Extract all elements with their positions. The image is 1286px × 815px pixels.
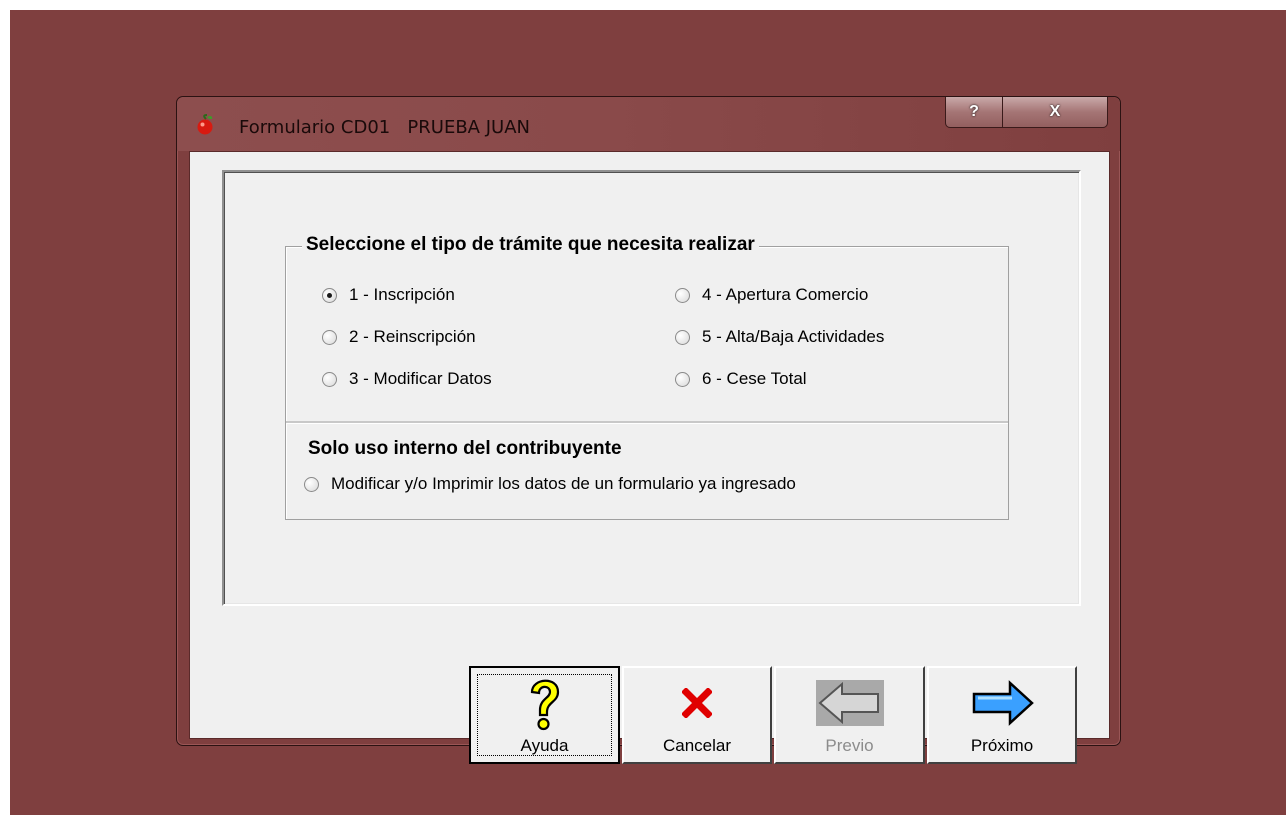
radio-label: 3 - Modificar Datos xyxy=(349,369,492,388)
radio-option-4[interactable]: 4 - Apertura Comercio xyxy=(675,285,868,305)
radio-label: 2 - Reinscripción xyxy=(349,327,476,346)
radio-label: 6 - Cese Total xyxy=(702,369,807,388)
radio-option-5[interactable]: 5 - Alta/Baja Actividades xyxy=(675,327,884,347)
question-mark-icon xyxy=(530,679,559,731)
previo-button[interactable]: Previo xyxy=(774,666,925,764)
radio-option-3[interactable]: 3 - Modificar Datos xyxy=(322,369,492,389)
radio-option-1[interactable]: 1 - Inscripción xyxy=(322,285,455,305)
radio-circle[interactable] xyxy=(675,287,690,303)
proximo-label: Próximo xyxy=(970,736,1034,755)
radio-label: 5 - Alta/Baja Actividades xyxy=(702,327,885,346)
right-arrow-icon xyxy=(972,680,1034,726)
radio-circle[interactable] xyxy=(304,476,319,492)
radio-label: 1 - Inscripción xyxy=(349,285,455,304)
group-title: Seleccione el tipo de trámite que necesi… xyxy=(302,234,759,256)
title-close-button[interactable]: X xyxy=(1002,97,1108,128)
radio-option-2[interactable]: 2 - Reinscripción xyxy=(322,327,476,347)
radio-label: 4 - Apertura Comercio xyxy=(702,285,869,304)
title-help-button[interactable]: ? xyxy=(945,97,1003,128)
radio-circle[interactable] xyxy=(322,329,337,345)
window-title: Formulario CD01 PRUEBA JUAN xyxy=(239,117,530,138)
proximo-button[interactable]: Próximo xyxy=(927,666,1077,764)
title-bar[interactable]: Formulario CD01 PRUEBA JUAN ? X xyxy=(177,97,1120,151)
radio-circle[interactable] xyxy=(675,329,690,345)
radio-circle-checked[interactable] xyxy=(322,287,337,303)
cancelar-label: Cancelar xyxy=(662,736,732,755)
ayuda-label: Ayuda xyxy=(520,736,569,755)
radio-circle[interactable] xyxy=(675,371,690,387)
radio-option-6[interactable]: 6 - Cese Total xyxy=(675,369,807,389)
radio-option-internal[interactable]: Modificar y/o Imprimir los datos de un f… xyxy=(304,474,796,494)
radio-label: Modificar y/o Imprimir los datos de un f… xyxy=(331,474,796,493)
ayuda-button[interactable]: Ayuda xyxy=(469,666,620,764)
dialog-client-area: Seleccione el tipo de trámite que necesi… xyxy=(189,151,1110,764)
group-separator xyxy=(286,421,1008,424)
previo-label: Previo xyxy=(825,736,874,755)
red-x-icon xyxy=(682,688,712,718)
radio-circle[interactable] xyxy=(322,371,337,387)
main-panel: Seleccione el tipo de trámite que necesi… xyxy=(222,170,1081,606)
internal-use-title: Solo uso interno del contribuyente xyxy=(308,438,622,459)
cancelar-button[interactable]: Cancelar xyxy=(622,666,772,764)
dialog-window: Formulario CD01 PRUEBA JUAN ? X Seleccio… xyxy=(176,96,1121,764)
left-arrow-icon xyxy=(815,680,884,726)
apple-icon xyxy=(197,114,213,135)
tramite-groupbox: Seleccione el tipo de trámite que necesi… xyxy=(285,234,1009,520)
